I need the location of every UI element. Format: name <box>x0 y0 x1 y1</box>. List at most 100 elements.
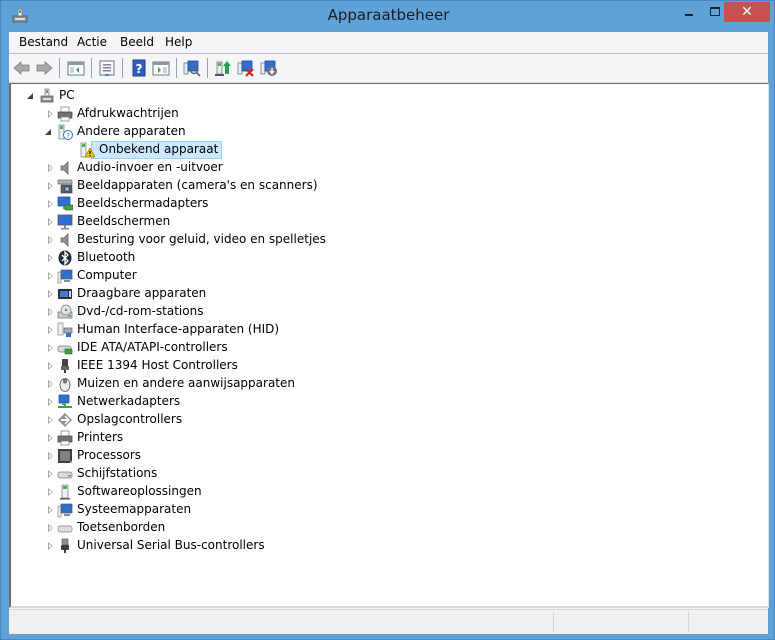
expand-arrow-icon[interactable] <box>48 110 53 118</box>
menu-help[interactable]: Help <box>165 35 192 49</box>
tree-node[interactable]: Dvd-/cd-rom-stations <box>11 303 751 321</box>
expand-arrow-icon[interactable] <box>48 452 53 460</box>
storage-controller-icon <box>58 413 72 427</box>
print-queue-icon <box>57 106 73 122</box>
tree-node[interactable]: Computer <box>11 267 751 285</box>
tree-node-label: Opslagcontrollers <box>77 412 183 426</box>
tree-node-label: IDE ATA/ATAPI-controllers <box>77 340 228 354</box>
device-tree[interactable]: PC Afdrukwachtrijen ? Andere apparaten Onbek… <box>9 83 769 608</box>
warning-device-icon <box>80 142 95 158</box>
expand-arrow-icon[interactable] <box>48 308 53 316</box>
network-adapter-icon <box>58 394 72 408</box>
minimize-icon <box>685 14 693 16</box>
toolbar-separator <box>59 58 60 78</box>
expand-arrow-icon[interactable] <box>48 380 53 388</box>
tree-node[interactable]: Onbekend apparaat <box>11 141 751 159</box>
tree-node[interactable]: ? Andere apparaten <box>11 123 751 141</box>
collapse-arrow-icon[interactable] <box>27 93 33 99</box>
collapse-arrow-icon[interactable] <box>45 129 51 135</box>
tree-node[interactable]: Muizen en andere aanwijsapparaten <box>11 375 751 393</box>
tree-node-label: Besturing voor geluid, video en spelletj… <box>77 232 326 246</box>
tree-node[interactable]: Schijfstations <box>11 465 751 483</box>
tree-node[interactable]: Beeldschermen <box>11 213 751 231</box>
camera-scanner-icon <box>57 179 73 194</box>
expand-arrow-icon[interactable] <box>48 542 53 550</box>
maximize-icon <box>710 7 720 16</box>
expand-arrow-icon[interactable] <box>48 254 53 262</box>
expand-arrow-icon[interactable] <box>48 398 53 406</box>
tree-node[interactable]: Audio-invoer en -uitvoer <box>11 159 751 177</box>
printer-icon <box>57 430 73 446</box>
tree-node[interactable]: Processors <box>11 447 751 465</box>
forward-arrow-icon[interactable] <box>35 59 53 77</box>
expand-arrow-icon[interactable] <box>48 434 53 442</box>
toolbar: ? <box>9 54 768 83</box>
minimize-button[interactable] <box>677 2 703 22</box>
tree-node-label: Beeldapparaten (camera's en scanners) <box>77 178 318 192</box>
update-driver-icon[interactable] <box>214 59 232 77</box>
expand-arrow-icon[interactable] <box>48 416 53 424</box>
expand-arrow-icon[interactable] <box>48 506 53 514</box>
tree-node[interactable]: Besturing voor geluid, video en spelletj… <box>11 231 751 249</box>
menu-actie[interactable]: Actie <box>77 35 107 49</box>
tree-node[interactable]: PC <box>11 87 751 105</box>
toolbar-separator <box>122 58 123 78</box>
tree-node[interactable]: IEEE 1394 Host Controllers <box>11 357 751 375</box>
menu-bestand[interactable]: Bestand <box>19 35 68 49</box>
tree-node-label: Printers <box>77 430 124 444</box>
enable-device-icon[interactable] <box>260 59 278 77</box>
computer-icon <box>57 269 73 284</box>
expand-arrow-icon[interactable] <box>48 362 53 370</box>
uninstall-device-icon[interactable] <box>237 59 255 77</box>
tree-node-label: Muizen en andere aanwijsapparaten <box>77 376 295 390</box>
tree-node[interactable]: Systeemapparaten <box>11 501 751 519</box>
mouse-icon <box>59 378 71 392</box>
scan-hardware-icon[interactable] <box>183 59 201 77</box>
properties-icon[interactable] <box>98 59 116 77</box>
tree-node[interactable]: IDE ATA/ATAPI-controllers <box>11 339 751 357</box>
tree-node-label: Universal Serial Bus-controllers <box>77 538 265 552</box>
tree-node-label: PC <box>59 88 75 102</box>
tree-node[interactable]: Beeldapparaten (camera's en scanners) <box>11 177 751 195</box>
status-divider <box>553 612 554 632</box>
tree-node[interactable]: Softwareoplossingen <box>11 483 751 501</box>
tree-node[interactable]: Human Interface-apparaten (HID) <box>11 321 751 339</box>
help-icon[interactable]: ? <box>130 59 148 77</box>
tree-node[interactable]: Opslagcontrollers <box>11 411 751 429</box>
expand-arrow-icon[interactable] <box>48 182 53 190</box>
expand-arrow-icon[interactable] <box>48 218 53 226</box>
console-tree-icon[interactable] <box>67 59 85 77</box>
speaker-icon <box>60 161 69 175</box>
expand-arrow-icon[interactable] <box>48 236 53 244</box>
expand-arrow-icon[interactable] <box>48 290 53 298</box>
tree-node-label: Toetsenborden <box>77 520 166 534</box>
action-pane-icon[interactable] <box>152 59 170 77</box>
svg-text:?: ? <box>66 132 70 140</box>
tree-node[interactable]: Afdrukwachtrijen <box>11 105 751 123</box>
tree-node[interactable]: Toetsenborden <box>11 519 751 537</box>
title-bar[interactable]: Apparaatbeheer ✕ <box>1 1 775 32</box>
tree-node[interactable]: Draagbare apparaten <box>11 285 751 303</box>
expand-arrow-icon[interactable] <box>48 326 53 334</box>
tree-node[interactable]: Universal Serial Bus-controllers <box>11 537 751 555</box>
expand-arrow-icon[interactable] <box>48 344 53 352</box>
tree-node[interactable]: Bluetooth <box>11 249 751 267</box>
tree-node-label: IEEE 1394 Host Controllers <box>77 358 238 372</box>
expand-arrow-icon[interactable] <box>48 524 53 532</box>
expand-arrow-icon[interactable] <box>48 164 53 172</box>
menu-beeld[interactable]: Beeld <box>120 35 154 49</box>
firewire-icon <box>61 359 69 373</box>
back-arrow-icon[interactable] <box>13 59 31 77</box>
tree-node[interactable]: Printers <box>11 429 751 447</box>
tree-node-label: Afdrukwachtrijen <box>77 106 179 120</box>
close-button[interactable]: ✕ <box>724 2 770 22</box>
tree-node[interactable]: Beeldschermadapters <box>11 195 751 213</box>
expand-arrow-icon[interactable] <box>48 200 53 208</box>
monitor-icon <box>57 214 73 230</box>
computer-tower-icon <box>40 88 54 103</box>
usb-icon <box>61 538 69 553</box>
tree-node[interactable]: Netwerkadapters <box>11 393 751 411</box>
expand-arrow-icon[interactable] <box>48 470 53 478</box>
expand-arrow-icon[interactable] <box>48 488 53 496</box>
expand-arrow-icon[interactable] <box>48 272 53 280</box>
